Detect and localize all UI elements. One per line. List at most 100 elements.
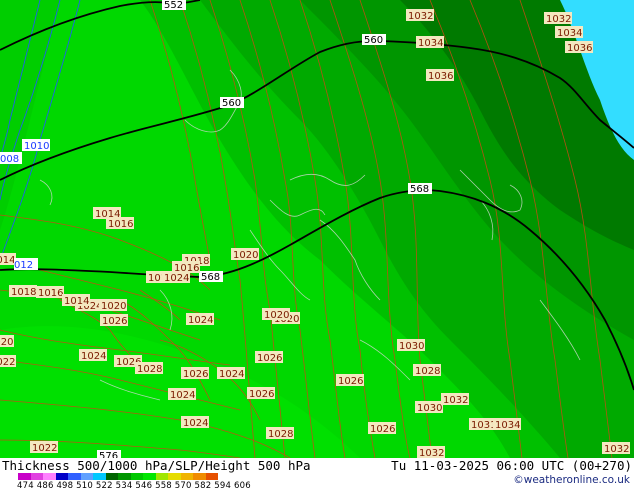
slp-label-group: 1032	[406, 9, 434, 22]
valid-datetime: Tu 11-03-2025 06:00 UTC (00+270)	[391, 458, 632, 473]
slp-label-group: 1030	[397, 339, 425, 352]
legend-swatch	[193, 473, 206, 480]
legend-swatch	[168, 473, 181, 480]
slp-label: 1032	[546, 14, 571, 25]
slp-label-group: 1034	[416, 36, 444, 49]
slp-label-group: 1024	[168, 388, 196, 401]
slp-label-group: 1028	[266, 427, 294, 440]
slp-label-group: 1014	[62, 294, 90, 307]
height-label: 568	[201, 272, 220, 283]
legend-swatch	[130, 473, 143, 480]
slp-label: 1030	[399, 341, 424, 352]
slp-label: 1024	[170, 390, 195, 401]
slp-label-group: 1031	[469, 418, 497, 431]
slp-label-group: 1024	[162, 271, 190, 284]
slp-label-group: 1026	[247, 387, 275, 400]
slp-label-group: 1020	[262, 308, 290, 321]
slp-label: 1014	[64, 296, 89, 307]
slp-label-group: 1026	[181, 367, 209, 380]
slp-label: 1020	[264, 310, 289, 321]
slp-label-group: 1024	[186, 313, 214, 326]
slp-label: 1026	[249, 389, 274, 400]
slp-label: 1024	[81, 351, 106, 362]
slp-label: 1036	[428, 71, 453, 82]
slp-label: 1034	[557, 28, 582, 39]
slp-label-group: 1026	[255, 351, 283, 364]
legend-swatch	[30, 473, 43, 480]
map-canvas: 552 560 560 568 568 576 1032 1032 1034 1…	[0, 0, 634, 458]
legend-swatch	[43, 473, 56, 480]
slp-label: 1022	[32, 443, 57, 454]
legend-swatch	[55, 473, 68, 480]
slp-label-group: 1036	[565, 41, 593, 54]
legend-swatch	[205, 473, 218, 480]
slp-label: 1026	[257, 353, 282, 364]
slp-label: 1026	[370, 424, 395, 435]
slp-label-group: 1024	[79, 349, 107, 362]
slp-label: 1032	[408, 11, 433, 22]
slp-label: 1036	[567, 43, 592, 54]
slp-label-group: 1028	[413, 364, 441, 377]
height-label: 560	[222, 98, 241, 109]
slp-label: 1018	[11, 287, 36, 298]
slp-label-group: 1032	[602, 442, 630, 455]
slp-label: 1028	[415, 366, 440, 377]
legend-swatch	[143, 473, 156, 480]
slp-label: 1031	[471, 420, 496, 431]
legend-swatch	[93, 473, 106, 480]
slp-label-group: 1028	[135, 362, 163, 375]
slp-label: 1024	[219, 369, 244, 380]
slp-label-group: 1018	[9, 285, 37, 298]
slp-label-group: 1020	[99, 299, 127, 312]
slp-label: 1016	[38, 288, 63, 299]
slp-label-group: 1016	[36, 286, 64, 299]
map-title: Thickness 500/1000 hPa/SLP/Height 500 hP…	[2, 458, 311, 473]
color-legend-bar	[18, 473, 218, 480]
slp-label-group: 1030	[415, 401, 443, 414]
height-label: 552	[164, 0, 183, 11]
slp-label: 1020	[101, 301, 126, 312]
slp-label: 1016	[108, 219, 133, 230]
slp-label: 1028	[268, 429, 293, 440]
slp-label-group: 1022	[30, 441, 58, 454]
slp-label-group: 1034	[555, 26, 583, 39]
slp-label: 1032	[604, 444, 629, 455]
slp-label-group: 1036	[426, 69, 454, 82]
low-pressure-label: 1010	[24, 141, 49, 152]
slp-label: 1026	[338, 376, 363, 387]
slp-label: 1026	[102, 316, 127, 327]
slp-label: 1024	[188, 315, 213, 326]
weather-map: 552 560 560 568 568 576 1032 1032 1034 1…	[0, 0, 634, 458]
slp-label-group: 1032	[544, 12, 572, 25]
legend-swatch	[155, 473, 168, 480]
slp-label-group: 1034	[493, 418, 521, 431]
legend-swatch	[68, 473, 81, 480]
slp-label-group: 1020	[231, 248, 259, 261]
slp-label: 1022	[0, 357, 15, 368]
legend-swatch	[105, 473, 118, 480]
slp-label-group: 1016	[106, 217, 134, 230]
height-label: 576	[99, 451, 118, 458]
slp-label: 1024	[164, 273, 189, 284]
slp-label: 1024	[183, 418, 208, 429]
slp-label-group: 1024	[181, 416, 209, 429]
low-pressure-label: 008	[0, 154, 19, 165]
slp-label: 1028	[137, 364, 162, 375]
slp-label-group: 1024	[217, 367, 245, 380]
height-label: 568	[410, 184, 429, 195]
slp-label: 1034	[495, 420, 520, 431]
credit-link[interactable]: ©weatheronline.co.uk	[513, 474, 630, 486]
slp-label-group: 1026	[100, 314, 128, 327]
slp-label-group: 1020	[0, 335, 14, 348]
slp-label: 1034	[418, 38, 443, 49]
slp-label-group: 1022	[0, 355, 16, 368]
slp-label: 1032	[443, 395, 468, 406]
legend-swatch	[80, 473, 93, 480]
slp-label-group: 1026	[336, 374, 364, 387]
map-footer: Thickness 500/1000 hPa/SLP/Height 500 hP…	[0, 458, 634, 491]
legend-swatch	[118, 473, 131, 480]
slp-label: 1020	[0, 337, 13, 348]
slp-label: 1030	[417, 403, 442, 414]
legend-swatch	[18, 473, 31, 480]
slp-label-group: 1032	[417, 446, 445, 458]
